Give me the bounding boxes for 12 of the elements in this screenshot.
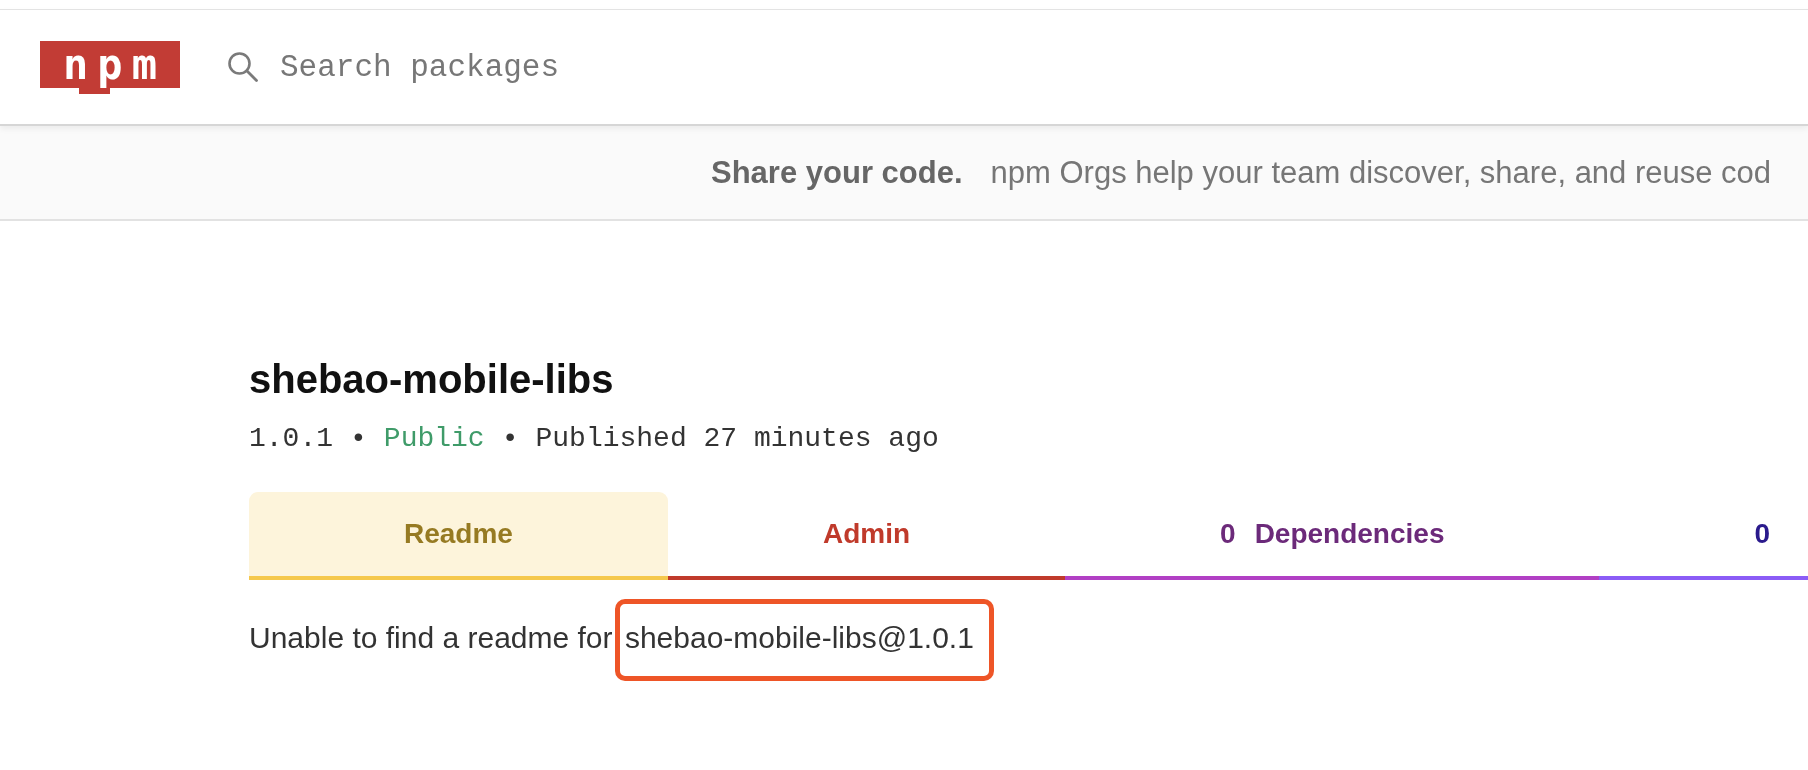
package-title: shebao-mobile-libs (249, 356, 614, 403)
bullet-separator: • (350, 422, 367, 456)
visibility-text: Public (383, 422, 485, 456)
bullet-separator: • (501, 422, 519, 456)
readme-message: Unable to find a readme for shebao-mobile-libs@1.0.1 (249, 620, 974, 656)
package-tab[interactable]: Readme (249, 492, 668, 580)
search-icon (228, 52, 258, 82)
banner-text: npm Orgs help your team discover, share, and reuse cod (990, 154, 1772, 191)
version-text: 1.0.1 (249, 422, 333, 456)
search-field[interactable]: Search packages (280, 45, 1180, 89)
published-text: Published 27 minutes ago (535, 422, 939, 456)
banner-headline: Share your code. (711, 154, 963, 191)
